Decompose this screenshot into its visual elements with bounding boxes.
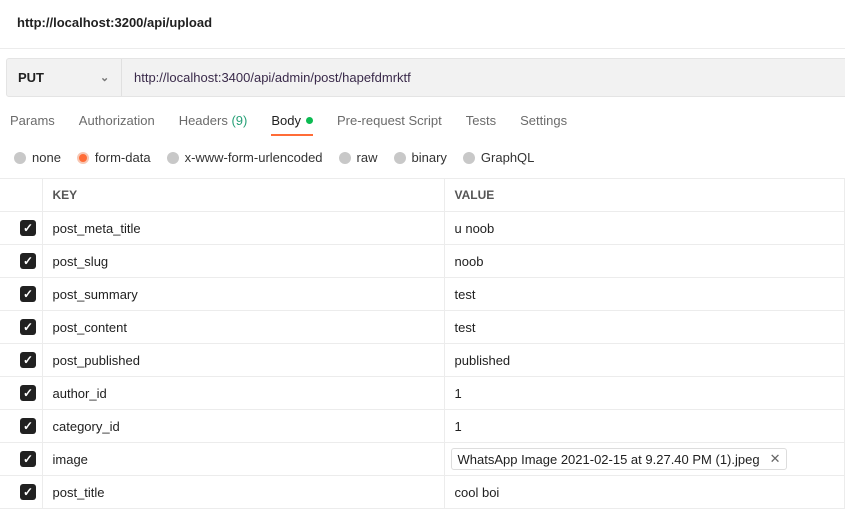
tab-params[interactable]: Params <box>10 113 55 137</box>
row-checkbox[interactable]: ✓ <box>20 220 36 236</box>
key-text[interactable]: post_summary <box>53 287 138 302</box>
file-name: WhatsApp Image 2021-02-15 at 9.27.40 PM … <box>457 451 760 467</box>
method-select[interactable]: PUT ⌄ <box>7 59 122 96</box>
key-text[interactable]: post_meta_title <box>53 221 141 236</box>
tab-body[interactable]: Body <box>271 113 313 137</box>
chevron-down-icon: ⌄ <box>100 72 110 84</box>
key-text[interactable]: post_content <box>53 320 127 335</box>
row-checkbox[interactable]: ✓ <box>20 385 36 401</box>
column-header-key: KEY <box>42 178 445 212</box>
radio-graphql[interactable]: GraphQL <box>462 150 534 165</box>
key-text[interactable]: image <box>53 452 88 467</box>
method-label: PUT <box>18 70 44 85</box>
column-header-value: VALUE <box>444 178 845 212</box>
radio-raw[interactable]: raw <box>338 150 378 165</box>
key-text[interactable]: post_published <box>53 353 140 368</box>
tab-settings[interactable]: Settings <box>520 113 567 137</box>
form-data-table: KEY VALUE ✓ post_meta_title u noob ✓ post… <box>0 178 845 509</box>
radio-none[interactable]: none <box>14 150 61 165</box>
divider <box>0 48 845 49</box>
value-text[interactable]: u noob <box>455 221 495 236</box>
table-row: ✓ post_summary test <box>0 277 845 311</box>
value-text[interactable]: test <box>455 287 476 302</box>
tab-pre-request-script[interactable]: Pre-request Script <box>337 113 442 137</box>
table-row: ✓ image WhatsApp Image 2021-02-15 at 9.2… <box>0 442 845 476</box>
tab-tests[interactable]: Tests <box>466 113 496 137</box>
table-row: ✓ category_id 1 <box>0 409 845 443</box>
value-text[interactable]: test <box>455 320 476 335</box>
value-text[interactable]: published <box>455 353 511 368</box>
tab-headers[interactable]: Headers (9) <box>179 113 248 137</box>
value-text[interactable]: 1 <box>455 419 462 434</box>
value-text[interactable]: noob <box>455 254 484 269</box>
key-text[interactable]: category_id <box>53 419 120 434</box>
body-type-options: none form-data x-www-form-urlencoded raw… <box>14 150 550 165</box>
close-icon[interactable]: ✕ <box>770 451 781 467</box>
row-checkbox[interactable]: ✓ <box>20 484 36 500</box>
table-row: ✓ post_slug noob <box>0 244 845 278</box>
request-tabs: Params Authorization Headers (9) Body Pr… <box>10 113 591 137</box>
row-checkbox[interactable]: ✓ <box>20 352 36 368</box>
key-text[interactable]: post_slug <box>53 254 109 269</box>
table-row: ✓ post_published published <box>0 343 845 377</box>
request-bar: PUT ⌄ http://localhost:3400/api/admin/pos… <box>6 58 845 97</box>
table-row: ✓ author_id 1 <box>0 376 845 410</box>
value-text[interactable]: 1 <box>455 386 462 401</box>
key-text[interactable]: post_title <box>53 485 105 500</box>
table-row: ✓ post_title cool boi <box>0 475 845 509</box>
value-text[interactable]: cool boi <box>455 485 500 500</box>
file-chip[interactable]: WhatsApp Image 2021-02-15 at 9.27.40 PM … <box>450 448 788 470</box>
row-checkbox[interactable]: ✓ <box>20 253 36 269</box>
radio-binary[interactable]: binary <box>393 150 447 165</box>
url-input[interactable]: http://localhost:3400/api/admin/post/hap… <box>122 59 411 96</box>
row-checkbox[interactable]: ✓ <box>20 319 36 335</box>
row-checkbox[interactable]: ✓ <box>20 286 36 302</box>
table-row: ✓ post_meta_title u noob <box>0 211 845 245</box>
tab-authorization[interactable]: Authorization <box>79 113 155 137</box>
request-tab-title: http://localhost:3200/api/upload <box>17 15 213 30</box>
radio-x-www-form-urlencoded[interactable]: x-www-form-urlencoded <box>166 150 323 165</box>
key-text[interactable]: author_id <box>53 386 107 401</box>
status-dot-icon <box>305 117 313 124</box>
row-checkbox[interactable]: ✓ <box>20 451 36 467</box>
row-checkbox[interactable]: ✓ <box>20 418 36 434</box>
table-row: ✓ post_content test <box>0 310 845 344</box>
radio-form-data[interactable]: form-data <box>76 150 151 165</box>
